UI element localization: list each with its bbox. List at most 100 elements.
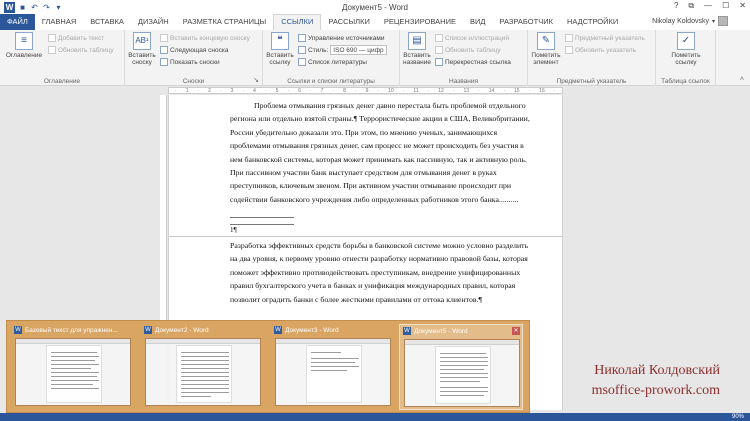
horizontal-ruler[interactable]: · 1 · 2 · 3 · 4 · 5 · 6 · 7 · 8 · 9 · 10 · 11 · 12 · 13 · 14 · 15 · 16 · [0, 86, 750, 95]
insert-caption-label: Вставить название [403, 52, 431, 66]
ruler-strip: · 1 · 2 · 3 · 4 · 5 · 6 · 7 · 8 · 9 · 10 · 11 · 12 · 13 · 14 · 15 · 16 · [168, 87, 563, 94]
mini-ribbon [146, 339, 260, 344]
thumbnail-header: W Базовый текст для упражнен... [11, 324, 135, 336]
insert-index-button[interactable]: Предметный указатель [565, 33, 645, 43]
next-footnote-button[interactable]: Следующая сноска [160, 45, 228, 55]
minimize-button[interactable]: — [704, 1, 712, 11]
tab-page-layout[interactable]: РАЗМЕТКА СТРАНИЦЫ [176, 14, 273, 30]
cross-reference-button[interactable]: Перекрестная ссылка [435, 57, 511, 67]
manage-sources-label: Управление источниками [308, 34, 385, 42]
thumbnail-title: Базовый текст для упражнен... [25, 326, 118, 334]
mini-document [306, 345, 362, 403]
add-text-button[interactable]: Добавить текст [48, 33, 104, 43]
tab-review[interactable]: РЕЦЕНЗИРОВАНИЕ [377, 14, 463, 30]
user-account[interactable]: Nikolay Koldovsky ▾ [652, 16, 728, 26]
insert-citation-button[interactable]: ❝ Вставить ссылку [265, 32, 295, 66]
customize-qat-icon[interactable]: ▾ [54, 3, 63, 12]
help-button[interactable]: ? [674, 1, 678, 11]
thumbnail-window[interactable]: W Документ3 - Word [271, 324, 395, 410]
show-notes-label: Показать сноски [170, 58, 220, 66]
group-index: ✎ Пометить элемент Предметный указатель … [528, 30, 656, 86]
tab-file[interactable]: ФАЙЛ [0, 14, 35, 30]
thumbnail-window-active[interactable]: W Документ5 - Word ✕ [399, 324, 523, 410]
tab-insert[interactable]: ВСТАВКА [83, 14, 131, 30]
footnote-icon: AB¹ [133, 32, 151, 50]
mini-ribbon [405, 340, 519, 345]
thumbnail-window[interactable]: W Документ2 - Word [141, 324, 265, 410]
close-button[interactable]: ✕ [739, 1, 746, 11]
style-selector[interactable]: Стиль: ISO 690 — цифр [298, 45, 387, 55]
style-icon [298, 46, 306, 54]
save-icon[interactable]: ■ [18, 3, 27, 12]
caption-icon: ▤ [408, 32, 426, 50]
group-label-toc: Оглавление [43, 78, 81, 85]
word-logo-icon: W [4, 1, 15, 13]
tab-design[interactable]: ДИЗАЙН [131, 14, 176, 30]
style-dropdown[interactable]: ISO 690 — цифр [330, 45, 387, 55]
watermark-author: Николай Колдовский [594, 363, 720, 378]
window-controls: ? ⧉ — ☐ ✕ [674, 1, 746, 11]
cross-reference-label: Перекрестная ссылка [445, 58, 511, 66]
update-figures-button[interactable]: Обновить таблицу [435, 45, 501, 55]
show-notes-button[interactable]: Показать сноски [160, 57, 220, 67]
thumbnail-preview [275, 338, 391, 406]
refresh-icon [565, 46, 573, 54]
thumbnail-title: Документ5 - Word [414, 327, 468, 335]
group-citations: ❝ Вставить ссылку Управление источниками… [263, 30, 400, 86]
text-line: региона или отдельно взятой страны.¶ Тер… [230, 114, 530, 124]
ribbon-tabs: ФАЙЛ ГЛАВНАЯ ВСТАВКА ДИЗАЙН РАЗМЕТКА СТР… [0, 14, 750, 30]
thumbnail-title: Документ3 - Word [285, 326, 339, 334]
thumbnail-window[interactable]: W Базовый текст для упражнен... [11, 324, 135, 410]
undo-icon[interactable]: ↶ [30, 3, 39, 12]
insert-endnote-button[interactable]: Вставить концевую сноску [160, 33, 250, 43]
text-line: нем банковской системы, которая может пр… [230, 154, 527, 164]
word-icon: W [14, 326, 22, 334]
show-notes-icon [160, 58, 168, 66]
tab-addins[interactable]: НАДСТРОЙКИ [560, 14, 625, 30]
collapse-ribbon-icon[interactable]: ˄ [740, 76, 744, 83]
toc-button[interactable]: ≡ Оглавление [4, 32, 44, 59]
group-toc: ≡ Оглавление Добавить текст Обновить таб… [0, 30, 125, 86]
maximize-button[interactable]: ☐ [722, 1, 729, 11]
endnote-icon [160, 34, 168, 42]
ribbon-display-button[interactable]: ⧉ [688, 1, 694, 11]
tab-developer[interactable]: РАЗРАБОТЧИК [492, 14, 559, 30]
footnote-text[interactable]: Проблема отмывания грязных денег давно п… [230, 99, 561, 206]
mark-entry-icon: ✎ [537, 32, 555, 50]
word-window: { "window": { "title": "Документ5 - Word… [0, 0, 750, 421]
text-line: России убедительно доказали это. При это… [230, 127, 498, 137]
insert-footnote-button[interactable]: AB¹ Вставить сноску [127, 32, 157, 66]
bibliography-label: Список литературы [308, 58, 367, 66]
thumbnail-preview [145, 338, 261, 406]
tab-view[interactable]: ВИД [463, 14, 492, 30]
bibliography-button[interactable]: Список литературы [298, 57, 367, 67]
table-of-figures-button[interactable]: Список иллюстраций [435, 33, 509, 43]
citation-icon: ❝ [271, 32, 289, 50]
insert-footnote-label: Вставить сноску [128, 52, 156, 66]
body-text[interactable]: Разработка эффективных средств борьбы в … [230, 239, 561, 306]
insert-index-icon [565, 34, 573, 42]
cross-reference-icon [435, 58, 443, 66]
status-bar: 90% [0, 413, 750, 421]
update-index-button[interactable]: Обновить указатель [565, 45, 636, 55]
watermark-site: msoffice-prowork.com [591, 383, 720, 398]
mark-citation-icon: ✓ [677, 32, 695, 50]
tab-mailings[interactable]: РАССЫЛКИ [321, 14, 377, 30]
manage-sources-icon [298, 34, 306, 42]
word-icon: W [274, 326, 282, 334]
manage-sources-button[interactable]: Управление источниками [298, 33, 385, 43]
tab-references[interactable]: ССЫЛКИ [273, 14, 322, 30]
tab-home[interactable]: ГЛАВНАЯ [35, 14, 83, 30]
mark-citation-button[interactable]: ✓ Пометить ссылку [662, 32, 710, 66]
thumbnail-title: Документ2 - Word [155, 326, 209, 334]
close-icon[interactable]: ✕ [512, 327, 520, 335]
update-toc-button[interactable]: Обновить таблицу [48, 45, 114, 55]
update-index-label: Обновить указатель [575, 46, 636, 54]
redo-icon[interactable]: ↷ [42, 3, 51, 12]
mark-entry-button[interactable]: ✎ Пометить элемент [530, 32, 562, 66]
group-label-authorities: Таблица ссылок [661, 78, 710, 85]
insert-caption-button[interactable]: ▤ Вставить название [402, 32, 432, 66]
mini-document [46, 345, 102, 403]
word-icon: W [144, 326, 152, 334]
zoom-level[interactable]: 90% [732, 413, 744, 421]
